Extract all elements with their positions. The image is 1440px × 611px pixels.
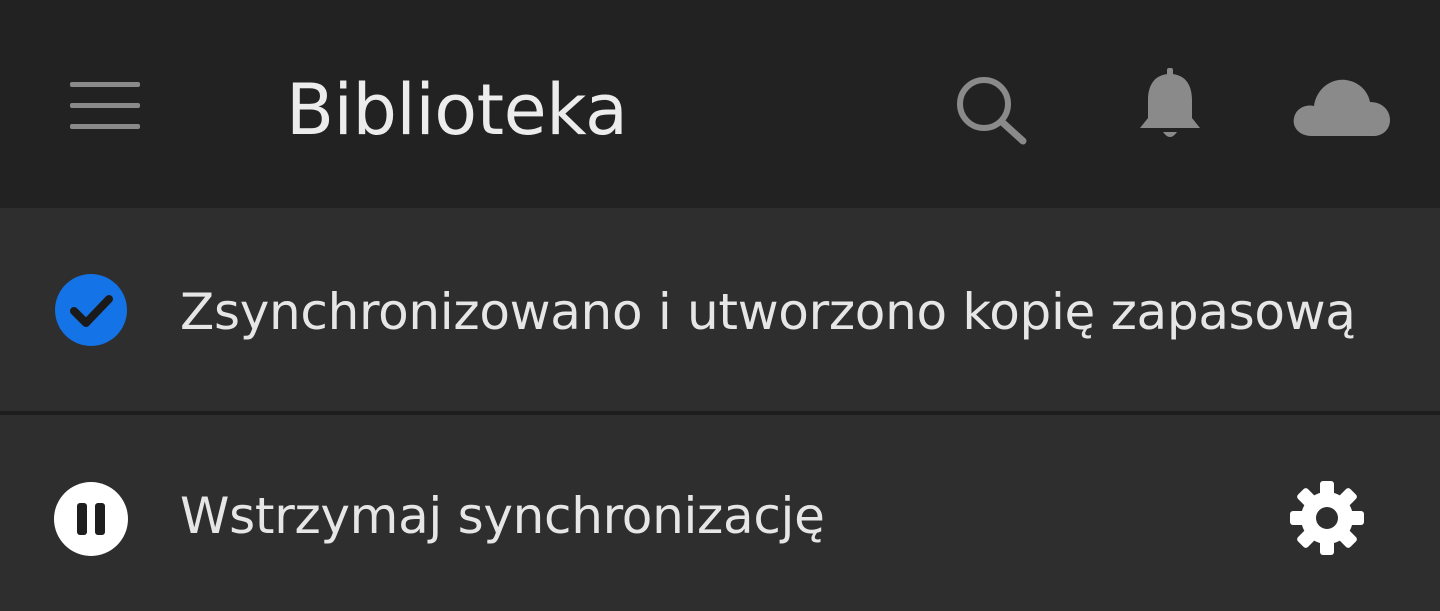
check-circle-icon [54,273,128,351]
pause-sync-row[interactable]: Wstrzymaj synchronizację [0,415,1440,611]
bell-icon[interactable] [1132,66,1208,144]
search-icon[interactable] [950,72,1030,148]
sync-status-label: Zsynchronizowano i utworzono kopię zapas… [180,283,1356,341]
sync-status-row: Zsynchronizowano i utworzono kopię zapas… [0,208,1440,411]
cloud-icon[interactable] [1290,72,1392,140]
hamburger-menu-icon[interactable] [60,72,150,138]
page-title: Biblioteka [286,69,628,151]
pause-sync-label[interactable]: Wstrzymaj synchronizację [180,484,825,548]
gear-icon[interactable] [1288,479,1366,557]
app-bar: Biblioteka [0,0,1440,208]
pause-circle-icon[interactable] [53,481,129,561]
